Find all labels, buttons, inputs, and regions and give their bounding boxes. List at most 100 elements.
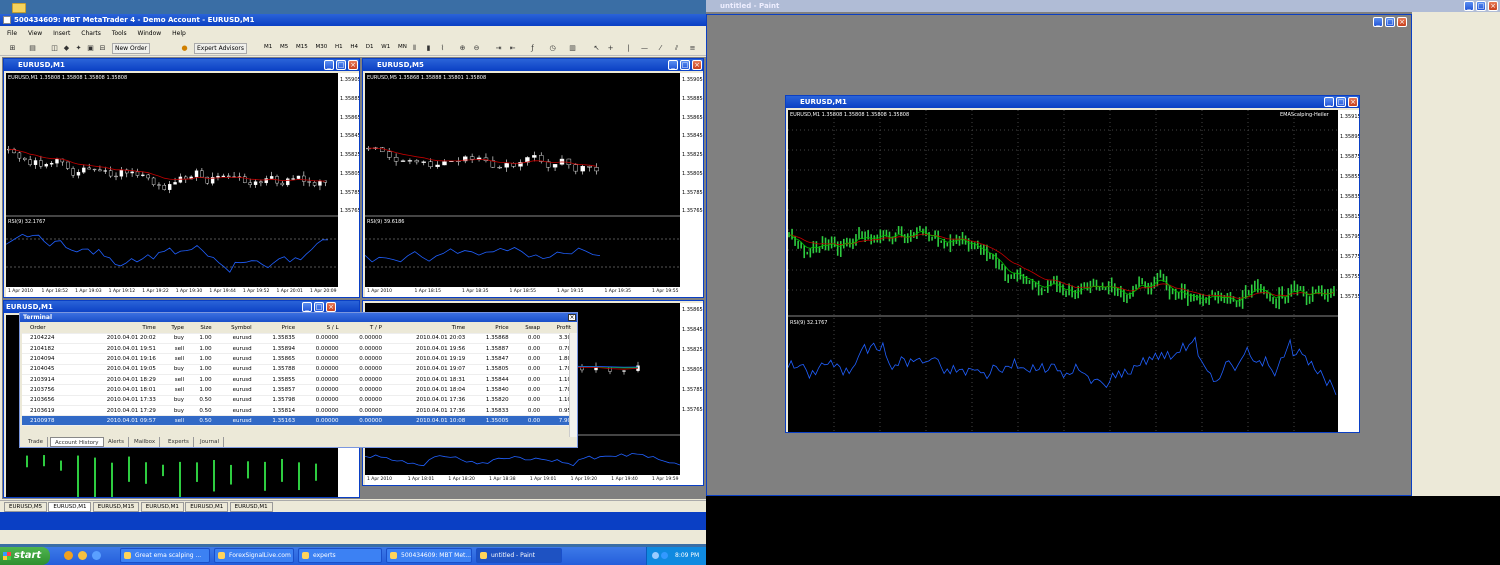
tf-mn[interactable]: MN bbox=[398, 44, 407, 50]
terminal-scrollbar[interactable] bbox=[569, 333, 577, 437]
zoom-out-icon[interactable]: ⊖ bbox=[472, 44, 481, 53]
tf-m30[interactable]: M30 bbox=[316, 44, 328, 50]
chart-shift-icon[interactable]: ⇤ bbox=[508, 44, 517, 53]
metaeditor-icon[interactable]: ● bbox=[180, 44, 189, 53]
chart2-close-button[interactable]: × bbox=[692, 60, 702, 70]
chart2-titlebar[interactable]: EURUSD,M5 bbox=[363, 59, 703, 71]
menu-window[interactable]: Window bbox=[138, 30, 162, 37]
chart1-close-button[interactable]: × bbox=[348, 60, 358, 70]
col-close-price[interactable]: Price bbox=[468, 323, 512, 334]
chart2-maximize-button[interactable]: □ bbox=[680, 60, 690, 70]
menu-file[interactable]: File bbox=[7, 30, 17, 37]
table-row[interactable]: 2104224 2010.04.01 20:02 buy 1.00 eurusd 1.35… bbox=[22, 333, 574, 345]
zoom-in-icon[interactable]: ⊕ bbox=[458, 44, 467, 53]
new-order-button[interactable]: New Order bbox=[112, 43, 151, 54]
table-row[interactable]: 2103619 2010.04.01 17:29 buy 0.50 eurusd 1.35… bbox=[22, 405, 574, 417]
terminal-close-button[interactable]: × bbox=[568, 314, 576, 321]
quicklaunch-browser-icon[interactable] bbox=[78, 551, 87, 560]
data-window-icon[interactable]: ◆ bbox=[62, 44, 71, 53]
taskbar-item[interactable]: untitled - Paint bbox=[476, 548, 562, 563]
table-row[interactable]: 2103656 2010.04.01 17:33 buy 0.50 eurusd 1.35… bbox=[22, 395, 574, 406]
table-row[interactable]: 2104045 2010.04.01 19:05 buy 1.00 eurusd 1.35… bbox=[22, 364, 574, 375]
tab-trade[interactable]: Trade bbox=[24, 437, 49, 447]
tab-experts[interactable]: Experts bbox=[164, 437, 194, 447]
table-row[interactable]: 2104182 2010.04.01 19:51 sell 1.00 eurusd 1.3… bbox=[22, 343, 574, 355]
chart4-maximize-button[interactable]: □ bbox=[314, 302, 324, 312]
paint-maximize-button[interactable]: □ bbox=[1476, 1, 1486, 11]
periods-icon[interactable]: ◷ bbox=[548, 44, 557, 53]
menu-help[interactable]: Help bbox=[172, 30, 186, 37]
vertical-line-icon[interactable]: | bbox=[624, 44, 633, 53]
network-icon[interactable] bbox=[652, 552, 659, 559]
help-icon[interactable] bbox=[661, 552, 668, 559]
taskbar-item[interactable]: 500434609: MBT Met... bbox=[386, 548, 472, 563]
big-chart-close-button[interactable]: × bbox=[1348, 97, 1358, 107]
col-order[interactable]: Order bbox=[22, 323, 76, 334]
col-swap[interactable]: Swap bbox=[511, 323, 544, 334]
col-type[interactable]: Type bbox=[158, 323, 188, 334]
big-chart-window[interactable]: EURUSD,M1 _ □ × EURUSD,M1 1.35808 1.3580… bbox=[785, 95, 1360, 433]
quicklaunch-ie-icon[interactable] bbox=[64, 551, 73, 560]
col-close-time[interactable]: Time bbox=[384, 323, 469, 334]
menu-view[interactable]: View bbox=[28, 30, 42, 37]
terminal-titlebar[interactable]: Terminal bbox=[20, 313, 577, 322]
indicators-icon[interactable]: ƒ bbox=[528, 44, 537, 53]
terminal-icon[interactable]: ▣ bbox=[86, 44, 95, 53]
paint-minimize-button[interactable]: _ bbox=[1464, 1, 1474, 11]
chart-tab[interactable]: EURUSD,M15 bbox=[92, 502, 140, 512]
new-chart-icon[interactable]: ⊞ bbox=[8, 44, 17, 53]
cursor-icon[interactable]: ↖ bbox=[592, 44, 601, 53]
line-chart-icon[interactable]: ⌇ bbox=[438, 44, 447, 53]
col-symbol[interactable]: Symbol bbox=[214, 323, 255, 334]
tab-mailbox[interactable]: Mailbox bbox=[130, 437, 161, 447]
chart-tab[interactable]: EURUSD,M5 bbox=[4, 502, 48, 512]
tab-account-history[interactable]: Account History bbox=[50, 437, 104, 447]
chart-tab[interactable]: EURUSD,M1 bbox=[48, 502, 92, 512]
table-row[interactable]: 2104094 2010.04.01 19:16 sell 1.00 eurusd 1.3… bbox=[22, 353, 574, 365]
chart1-window[interactable]: EURUSD,M1 _ □ × EURUSD,M1 1.35808 1.3580… bbox=[3, 58, 360, 298]
menu-tools[interactable]: Tools bbox=[112, 30, 127, 37]
chart-tab[interactable]: EURUSD,M1 bbox=[140, 502, 184, 512]
tf-m15[interactable]: M15 bbox=[296, 44, 308, 50]
taskbar-item[interactable]: experts bbox=[298, 548, 382, 563]
autoscroll-icon[interactable]: ⇥ bbox=[494, 44, 503, 53]
tf-h4[interactable]: H4 bbox=[350, 44, 358, 50]
col-size[interactable]: Size bbox=[187, 323, 215, 334]
chart4-close-button[interactable]: × bbox=[326, 302, 336, 312]
tf-h1[interactable]: H1 bbox=[335, 44, 343, 50]
chart1-maximize-button[interactable]: □ bbox=[336, 60, 346, 70]
chart-tab[interactable]: EURUSD,M1 bbox=[229, 502, 273, 512]
chart2-window[interactable]: EURUSD,M5 _ □ × EURUSD,M5 1.35868 1.3588… bbox=[362, 58, 704, 298]
expert-advisors-button[interactable]: Expert Advisors bbox=[194, 43, 247, 54]
quicklaunch-ie2-icon[interactable] bbox=[92, 551, 101, 560]
chart1-titlebar[interactable]: EURUSD,M1 bbox=[4, 59, 359, 71]
chart1-minimize-button[interactable]: _ bbox=[324, 60, 334, 70]
tf-d1[interactable]: D1 bbox=[366, 44, 374, 50]
strategy-tester-icon[interactable]: ⊟ bbox=[98, 44, 107, 53]
tab-journal[interactable]: Journal bbox=[196, 437, 225, 447]
chart1-plot[interactable]: EURUSD,M1 1.35808 1.35808 1.35808 1.3580… bbox=[6, 73, 338, 297]
col-price[interactable]: Price bbox=[254, 323, 299, 334]
tf-w1[interactable]: W1 bbox=[381, 44, 390, 50]
paint-close-button[interactable]: × bbox=[1488, 1, 1498, 11]
chart-tab[interactable]: EURUSD,M1 bbox=[185, 502, 229, 512]
taskbar-item[interactable]: Great ema scalping ... bbox=[120, 548, 210, 563]
big-chart-maximize-button[interactable]: □ bbox=[1336, 97, 1346, 107]
table-row[interactable]: 2103914 2010.04.01 18:29 sell 1.00 eurusd 1.3… bbox=[22, 374, 574, 386]
tf-m5[interactable]: M5 bbox=[280, 44, 288, 50]
big-chart-minimize-button[interactable]: _ bbox=[1324, 97, 1334, 107]
big-chart-titlebar[interactable]: EURUSD,M1 bbox=[786, 96, 1359, 108]
col-tp[interactable]: T / P bbox=[341, 323, 385, 334]
channel-icon[interactable]: ⫽ bbox=[672, 44, 681, 53]
templates-icon[interactable]: ▥ bbox=[568, 44, 577, 53]
chart4-minimize-button[interactable]: _ bbox=[302, 302, 312, 312]
paint-titlebar[interactable]: untitled - Paint bbox=[706, 0, 1500, 12]
taskbar-item[interactable]: ForexSignalLive.com ... bbox=[214, 548, 294, 563]
chart2-minimize-button[interactable]: _ bbox=[668, 60, 678, 70]
navigator-icon[interactable]: ✦ bbox=[74, 44, 83, 53]
market-watch-icon[interactable]: ◫ bbox=[50, 44, 59, 53]
col-time[interactable]: Time bbox=[75, 323, 159, 334]
profiles-icon[interactable]: ▤ bbox=[28, 44, 37, 53]
tab-alerts[interactable]: Alerts bbox=[104, 437, 129, 447]
big-chart-plot[interactable]: EURUSD,M1 1.35808 1.35808 1.35808 1.3580… bbox=[788, 110, 1338, 432]
